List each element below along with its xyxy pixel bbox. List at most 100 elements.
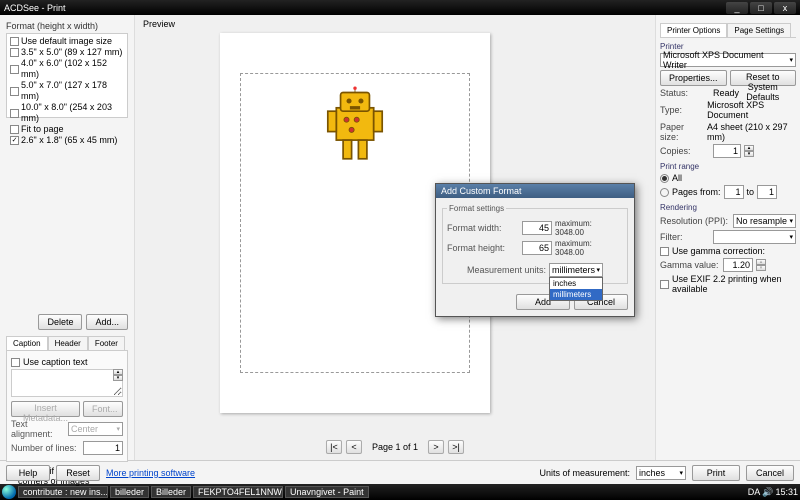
format-width-label: Format width:: [447, 223, 519, 233]
pager-prev-button[interactable]: <: [346, 440, 362, 454]
tab-printer-options[interactable]: Printer Options: [660, 23, 727, 37]
taskbar-item[interactable]: contribute : new ins...: [18, 486, 108, 498]
format-item[interactable]: Use default image size: [9, 36, 125, 47]
add-format-button[interactable]: Add...: [86, 314, 128, 330]
window-titlebar: ACDSee - Print _ □ x: [0, 0, 800, 15]
pager-last-button[interactable]: >|: [448, 440, 464, 454]
dialog-title: Add Custom Format: [436, 184, 634, 198]
filter-select[interactable]: [713, 230, 796, 244]
resolution-select[interactable]: No resample: [733, 214, 796, 228]
pager-next-button[interactable]: >: [428, 440, 444, 454]
unit-option-inches[interactable]: inches: [550, 278, 602, 289]
text-align-label: Text alignment:: [11, 419, 65, 439]
format-checkbox[interactable]: [10, 125, 19, 134]
pager-first-button[interactable]: |<: [326, 440, 342, 454]
gamma-input[interactable]: [723, 258, 753, 272]
range-group: Print range: [660, 162, 796, 171]
font-button[interactable]: Font...: [83, 401, 123, 417]
close-button[interactable]: x: [774, 2, 796, 14]
paper-label: Paper size:: [660, 122, 704, 142]
resolution-label: Resolution (PPI):: [660, 216, 730, 226]
format-list: Use default image size3.5" x 5.0" (89 x …: [6, 33, 128, 118]
caption-spin-down[interactable]: ▾: [113, 375, 123, 381]
reset-button[interactable]: Reset: [56, 465, 100, 481]
units-dropdown: inches millimeters: [549, 277, 603, 301]
format-checkbox[interactable]: [10, 109, 19, 118]
format-checkbox[interactable]: [10, 48, 19, 57]
more-software-link[interactable]: More printing software: [106, 468, 195, 478]
tab-footer[interactable]: Footer: [88, 336, 125, 350]
filter-label: Filter:: [660, 232, 710, 242]
render-group: Rendering: [660, 203, 796, 212]
range-pages-label: Pages from:: [672, 187, 721, 197]
format-height-input[interactable]: [522, 241, 552, 255]
footer-units-select[interactable]: inches: [636, 466, 686, 480]
format-label: 10.0" x 8.0" (254 x 203 mm): [21, 102, 124, 124]
gamma-value-label: Gamma value:: [660, 260, 720, 270]
add-custom-format-dialog: Add Custom Format Format settings Format…: [435, 183, 635, 317]
gamma-down[interactable]: ▾: [756, 265, 766, 271]
print-button[interactable]: Print: [692, 465, 740, 481]
format-width-input[interactable]: [522, 221, 552, 235]
tab-header[interactable]: Header: [48, 336, 88, 350]
delete-button[interactable]: Delete: [38, 314, 82, 330]
width-max: maximum: 3048.00: [555, 219, 623, 237]
pages-to-input[interactable]: [757, 185, 777, 199]
exif22-label: Use EXIF 2.2 printing when available: [672, 274, 796, 294]
format-checkbox[interactable]: ✓: [10, 136, 19, 145]
lines-input[interactable]: [83, 441, 123, 455]
format-label: Use default image size: [21, 36, 112, 47]
maximize-button[interactable]: □: [750, 2, 772, 14]
help-button[interactable]: Help: [6, 465, 50, 481]
text-align-select[interactable]: Center: [68, 422, 123, 436]
type-label: Type:: [660, 105, 704, 115]
format-item[interactable]: 4.0" x 6.0" (102 x 152 mm): [9, 58, 125, 80]
format-item[interactable]: 5.0" x 7.0" (127 x 178 mm): [9, 80, 125, 102]
properties-button[interactable]: Properties...: [660, 70, 727, 86]
use-caption-checkbox[interactable]: [11, 358, 20, 367]
start-button[interactable]: [2, 485, 16, 499]
insert-metadata-button[interactable]: Insert Metadata...: [11, 401, 80, 417]
format-item[interactable]: 10.0" x 8.0" (254 x 203 mm): [9, 102, 125, 124]
left-panel: Format (height x width) Use default imag…: [0, 15, 135, 460]
taskbar-item[interactable]: FEKPTO4FEL1NNW...: [193, 486, 283, 498]
format-label: Format (height x width): [6, 21, 128, 31]
reset-defaults-button[interactable]: Reset to System Defaults: [730, 70, 796, 86]
format-height-label: Format height:: [447, 243, 519, 253]
clock: 15:31: [775, 487, 798, 497]
format-checkbox[interactable]: [10, 87, 19, 96]
taskbar-item[interactable]: billeder: [110, 486, 149, 498]
volume-icon[interactable]: 🔊: [762, 487, 773, 498]
printer-select[interactable]: Microsoft XPS Document Writer: [660, 53, 796, 67]
range-all-radio[interactable]: [660, 174, 669, 183]
format-item[interactable]: 3.5" x 5.0" (89 x 127 mm): [9, 47, 125, 58]
minimize-button[interactable]: _: [726, 2, 748, 14]
caption-textarea[interactable]: [11, 369, 123, 397]
format-label: Fit to page: [21, 124, 64, 135]
paper-value: A4 sheet (210 x 297 mm): [707, 122, 796, 142]
tab-page-settings[interactable]: Page Settings: [727, 23, 791, 37]
type-value: Microsoft XPS Document: [707, 100, 796, 120]
format-label: 5.0" x 7.0" (127 x 178 mm): [21, 80, 124, 102]
format-item[interactable]: ✓2.6" x 1.8" (65 x 45 mm): [9, 135, 125, 146]
format-checkbox[interactable]: [10, 65, 19, 74]
pager: |< < Page 1 of 1 > >|: [326, 440, 464, 454]
tab-caption[interactable]: Caption: [6, 336, 48, 350]
units-select[interactable]: millimeters: [549, 263, 603, 277]
cancel-button[interactable]: Cancel: [746, 465, 794, 481]
unit-option-millimeters[interactable]: millimeters: [550, 289, 602, 300]
copies-down[interactable]: ▾: [744, 151, 754, 157]
copies-label: Copies:: [660, 146, 710, 156]
pages-from-input[interactable]: [724, 185, 744, 199]
taskbar-item[interactable]: Unavngivet - Paint: [285, 486, 369, 498]
format-label: 2.6" x 1.8" (65 x 45 mm): [21, 135, 117, 146]
taskbar-item[interactable]: Billeder: [151, 486, 191, 498]
range-all-label: All: [672, 173, 682, 183]
gamma-checkbox[interactable]: [660, 247, 669, 256]
lang-indicator[interactable]: DA: [748, 487, 761, 497]
exif22-checkbox[interactable]: [660, 280, 669, 289]
preview-label: Preview: [143, 19, 175, 29]
format-checkbox[interactable]: [10, 37, 19, 46]
range-pages-radio[interactable]: [660, 188, 669, 197]
copies-input[interactable]: [713, 144, 741, 158]
